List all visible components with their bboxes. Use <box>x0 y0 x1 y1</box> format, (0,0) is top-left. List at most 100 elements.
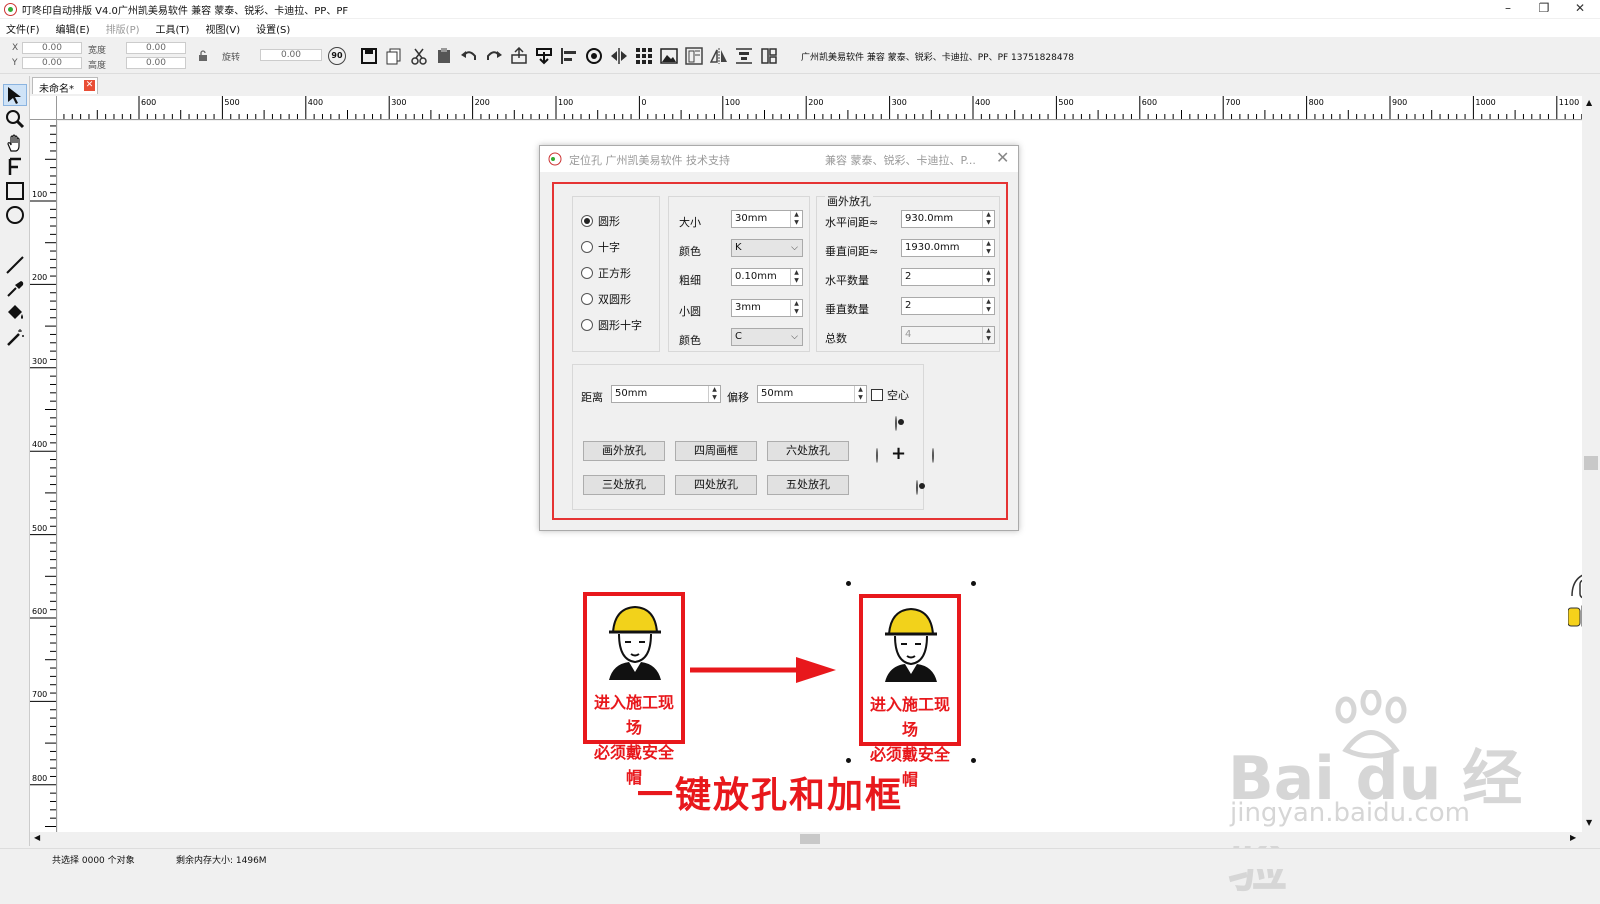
shape-square-radio[interactable]: 正方形 <box>581 265 631 281</box>
menu-tools[interactable]: 工具(T) <box>156 21 190 36</box>
v-spacing-input[interactable]: 1930.0mm ▲ ▼ <box>901 239 995 257</box>
position-left-radio[interactable] <box>876 448 878 463</box>
spinner-arrows-icon[interactable]: ▲ ▼ <box>854 386 866 402</box>
text-tool-icon[interactable] <box>3 156 27 178</box>
size-input[interactable]: 30mm ▲ ▼ <box>731 210 803 228</box>
scroll-left-icon[interactable]: ◀ <box>34 833 40 842</box>
redo-icon[interactable] <box>483 45 505 67</box>
h-count-input[interactable]: 2 ▲ ▼ <box>901 268 995 286</box>
menu-view[interactable]: 视图(V) <box>205 21 240 36</box>
paint-bucket-icon[interactable] <box>3 302 27 324</box>
five-holes-button[interactable]: 五处放孔 <box>767 475 849 495</box>
spinner-arrows-icon[interactable]: ▲ ▼ <box>982 240 994 256</box>
image-icon[interactable] <box>658 45 680 67</box>
four-holes-button[interactable]: 四处放孔 <box>675 475 757 495</box>
rotate-input[interactable]: 0.00 <box>260 49 322 61</box>
shape-circle-radio[interactable]: 圆形 <box>581 213 620 229</box>
magic-wand-icon[interactable] <box>3 326 27 348</box>
close-button[interactable]: ✕ <box>1562 0 1598 18</box>
spinner-arrows-icon[interactable]: ▲ ▼ <box>982 298 994 314</box>
undo-icon[interactable] <box>458 45 480 67</box>
horizontal-scroll-thumb[interactable] <box>800 834 820 844</box>
lock-icon[interactable] <box>197 50 209 65</box>
distance-input[interactable]: 50mm ▲ ▼ <box>611 385 721 403</box>
selection-handle-top-right[interactable] <box>971 581 976 586</box>
align-left-icon[interactable] <box>558 45 580 67</box>
safety-sign-before[interactable]: 进入施工现场 必须戴安全帽 <box>583 592 685 787</box>
three-holes-button[interactable]: 三处放孔 <box>583 475 665 495</box>
offset-input[interactable]: 50mm ▲ ▼ <box>757 385 867 403</box>
eyedropper-icon[interactable] <box>3 278 27 300</box>
mirror-icon[interactable] <box>708 45 730 67</box>
y-input[interactable]: 0.00 <box>22 57 82 69</box>
position-bottom-radio[interactable] <box>916 480 918 495</box>
horizontal-scrollbar[interactable]: ◀ ▶ <box>30 832 1582 846</box>
grid-layout-icon[interactable] <box>633 45 655 67</box>
menu-settings[interactable]: 设置(S) <box>256 21 290 36</box>
distribute-vertical-icon[interactable] <box>733 45 755 67</box>
six-holes-button[interactable]: 六处放孔 <box>767 441 849 461</box>
position-right-radio[interactable] <box>932 448 934 463</box>
selection-handle-bottom-right[interactable] <box>971 758 976 763</box>
selection-handle-bottom-left[interactable] <box>846 758 851 763</box>
spinner-arrows-icon[interactable]: ▲ ▼ <box>790 300 802 316</box>
paste-icon[interactable] <box>433 45 455 67</box>
zoom-icon[interactable] <box>3 108 27 130</box>
tab-close-icon[interactable]: ✕ <box>84 80 95 91</box>
menu-file[interactable]: 文件(F) <box>6 21 40 36</box>
x-input[interactable]: 0.00 <box>22 42 82 54</box>
shape-circle-cross-radio[interactable]: 圆形十字 <box>581 317 642 333</box>
selection-handle-top-left[interactable] <box>846 581 851 586</box>
cut-icon[interactable] <box>408 45 430 67</box>
menu-layout[interactable]: 排版(P) <box>106 21 140 36</box>
frame-around-button[interactable]: 四周画框 <box>675 441 757 461</box>
hollow-checkbox[interactable]: 空心 <box>871 387 909 403</box>
import-icon[interactable] <box>533 45 555 67</box>
scroll-down-icon[interactable]: ▼ <box>1586 818 1592 827</box>
color-select[interactable]: K ⌵ <box>731 239 803 257</box>
menu-edit[interactable]: 编辑(E) <box>56 21 90 36</box>
minimize-button[interactable]: – <box>1490 0 1526 18</box>
dialog-title: 定位孔 广州凯美易软件 技术支持 <box>569 154 730 167</box>
outside-hole-button[interactable]: 画外放孔 <box>583 441 665 461</box>
vertical-scroll-thumb[interactable] <box>1584 456 1598 470</box>
hand-pan-icon[interactable] <box>3 132 27 154</box>
color2-select[interactable]: C ⌵ <box>731 328 803 346</box>
spinner-arrows-icon[interactable]: ▲ ▼ <box>790 269 802 285</box>
position-top-radio[interactable] <box>895 416 897 431</box>
layout-icon[interactable] <box>758 45 780 67</box>
thickness-input[interactable]: 0.10mm ▲ ▼ <box>731 268 803 286</box>
total-value: 4 <box>905 329 912 340</box>
x-label: X <box>12 43 19 53</box>
spinner-arrows-icon[interactable]: ▲ ▼ <box>790 211 802 227</box>
spinner-arrows-icon[interactable]: ▲ ▼ <box>708 386 720 402</box>
center-target-icon[interactable] <box>583 45 605 67</box>
spinner-arrows-icon[interactable]: ▲ ▼ <box>982 269 994 285</box>
shape-cross-radio[interactable]: 十字 <box>581 239 620 255</box>
width-input[interactable]: 0.00 <box>126 42 186 54</box>
v-count-input[interactable]: 2 ▲ ▼ <box>901 297 995 315</box>
scroll-right-icon[interactable]: ▶ <box>1570 833 1576 842</box>
rotate-90-button[interactable]: 90 <box>328 47 346 65</box>
document-tab[interactable]: 未命名* ✕ <box>32 77 98 95</box>
scroll-up-icon[interactable]: ▲ <box>1586 98 1592 107</box>
restore-button[interactable]: ❐ <box>1526 0 1562 18</box>
small-circle-input[interactable]: 3mm ▲ ▼ <box>731 299 803 317</box>
dialog-close-icon[interactable]: ✕ <box>996 148 1009 167</box>
save-icon[interactable] <box>358 45 380 67</box>
export-icon[interactable] <box>508 45 530 67</box>
safety-sign-after[interactable]: 进入施工现场 必须戴安全帽 <box>859 594 961 789</box>
select-arrow-icon[interactable] <box>3 84 27 106</box>
rectangle-tool-icon[interactable] <box>3 180 27 202</box>
h-spacing-input[interactable]: 930.0mm ▲ ▼ <box>901 210 995 228</box>
spinner-arrows-icon[interactable]: ▲ ▼ <box>982 211 994 227</box>
frame-icon[interactable] <box>683 45 705 67</box>
flip-horizontal-icon[interactable] <box>608 45 630 67</box>
radio-circle-icon <box>581 319 593 331</box>
height-input[interactable]: 0.00 <box>126 57 186 69</box>
vertical-scrollbar[interactable]: ▲ ▼ <box>1582 96 1600 832</box>
shape-double-circle-radio[interactable]: 双圆形 <box>581 291 631 307</box>
copy-icon[interactable] <box>383 45 405 67</box>
ellipse-tool-icon[interactable] <box>3 204 27 226</box>
line-tool-icon[interactable] <box>3 254 27 276</box>
